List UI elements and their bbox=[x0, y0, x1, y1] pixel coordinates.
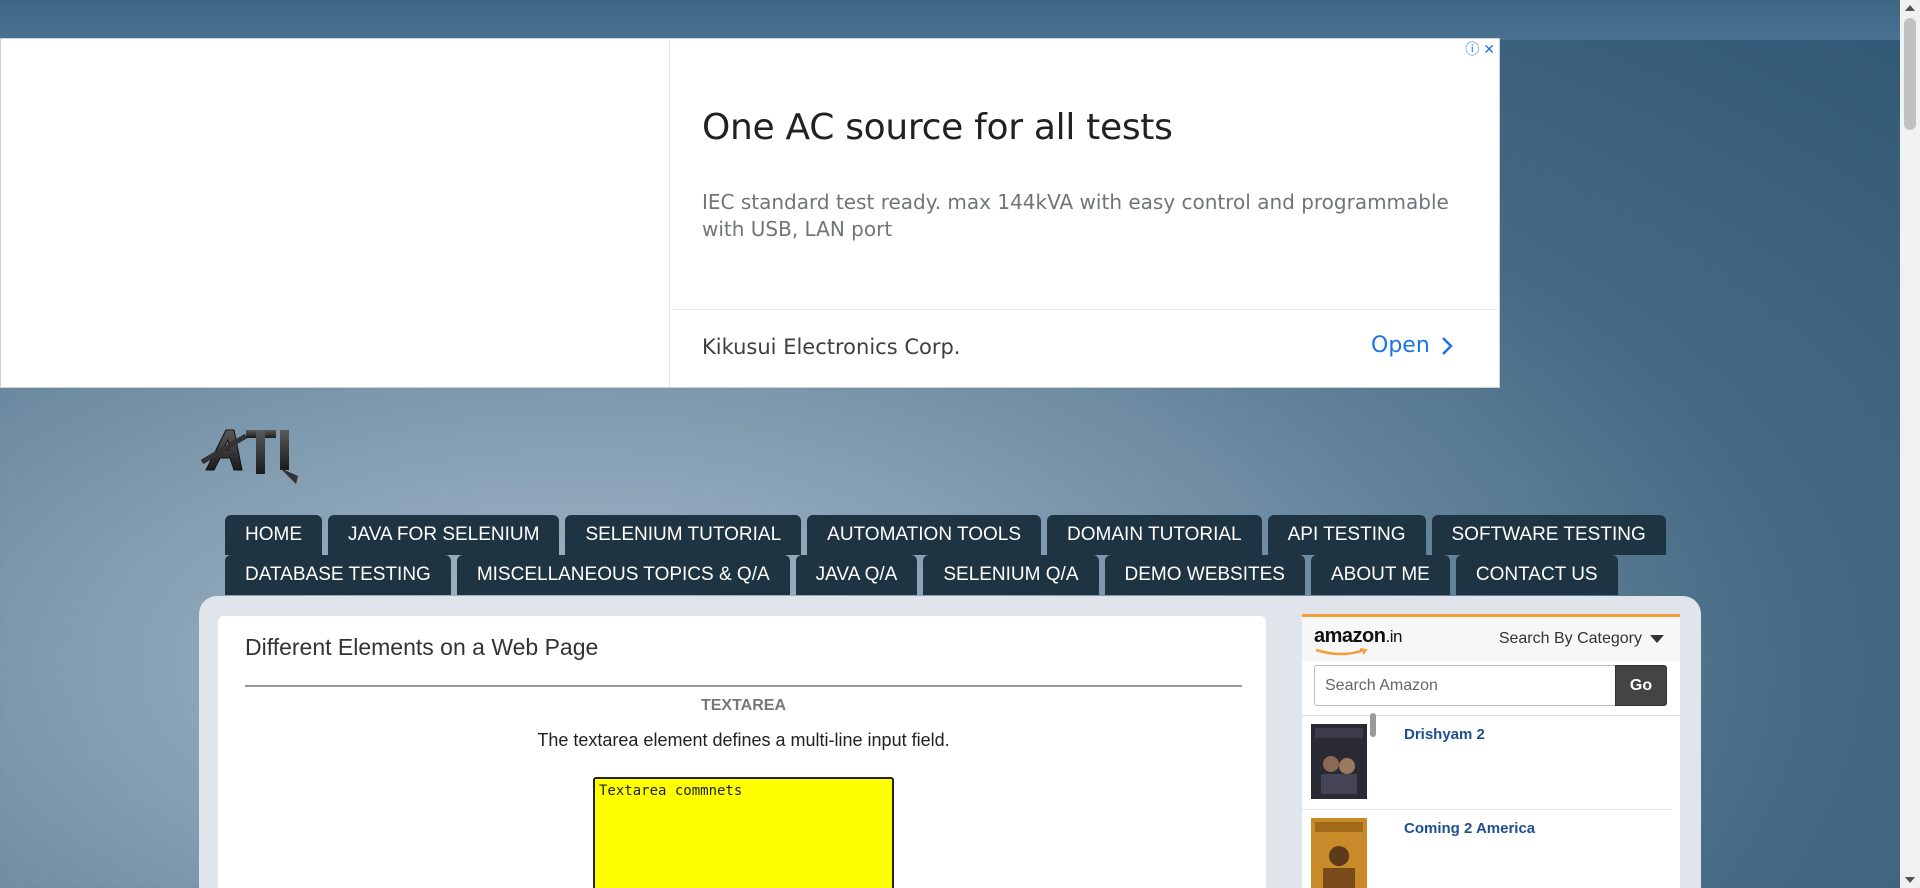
nav-contact-us[interactable]: CONTACT US bbox=[1455, 555, 1618, 595]
ad-body-text[interactable]: IEC standard test ready. max 144kVA with… bbox=[702, 189, 1462, 243]
scroll-up-arrow-icon[interactable] bbox=[1905, 5, 1915, 11]
nav-database-testing[interactable]: DATABASE TESTING bbox=[225, 555, 451, 595]
amazon-product-item[interactable]: Drishyam 2 bbox=[1302, 716, 1672, 810]
caret-down-icon bbox=[1650, 635, 1664, 643]
ad-divider bbox=[671, 309, 1500, 310]
nav-home[interactable]: HOME bbox=[225, 515, 322, 555]
ad-controls: ⓘ ✕ bbox=[1465, 41, 1495, 57]
nav-java-for-selenium[interactable]: JAVA FOR SELENIUM bbox=[328, 515, 560, 555]
main-nav-row-2: DATABASE TESTING MISCELLANEOUS TOPICS & … bbox=[225, 555, 1618, 595]
amazon-list-scrollbar[interactable] bbox=[1370, 713, 1376, 737]
nav-java-qa[interactable]: JAVA Q/A bbox=[795, 555, 918, 595]
amazon-logo-text: amazon bbox=[1314, 625, 1386, 647]
ad-open-button[interactable]: Open bbox=[1371, 333, 1454, 358]
amazon-smile-icon bbox=[1315, 648, 1368, 656]
main-nav-row-1: HOME JAVA FOR SELENIUM SELENIUM TUTORIAL… bbox=[225, 515, 1666, 555]
amazon-category-dropdown[interactable]: Search By Category bbox=[1499, 630, 1664, 648]
ad-info-icon[interactable]: ⓘ bbox=[1465, 41, 1479, 57]
page-scrollbar[interactable] bbox=[1900, 0, 1920, 888]
amazon-go-button[interactable]: Go bbox=[1615, 665, 1667, 706]
nav-selenium-tutorial[interactable]: SELENIUM TUTORIAL bbox=[565, 515, 802, 555]
product-title[interactable]: Drishyam 2 bbox=[1404, 726, 1485, 743]
amazon-widget: amazon.in Search By Category Go Drishyam… bbox=[1302, 614, 1680, 888]
amazon-search-input[interactable] bbox=[1314, 665, 1615, 706]
amazon-logo[interactable]: amazon.in bbox=[1314, 625, 1402, 648]
ad-advertiser[interactable]: Kikusui Electronics Corp. bbox=[702, 335, 960, 359]
amazon-logo-suffix: .in bbox=[1385, 627, 1402, 646]
nav-domain-tutorial[interactable]: DOMAIN TUTORIAL bbox=[1047, 515, 1262, 555]
nav-software-testing[interactable]: SOFTWARE TESTING bbox=[1431, 515, 1666, 555]
amazon-product-item[interactable]: Coming 2 America bbox=[1302, 810, 1672, 888]
amazon-header: amazon.in Search By Category bbox=[1302, 617, 1680, 661]
product-poster-image[interactable] bbox=[1311, 724, 1367, 799]
ad-banner[interactable]: One AC source for all tests IEC standard… bbox=[0, 38, 1500, 388]
ad-image-area[interactable] bbox=[1, 39, 670, 387]
nav-automation-tools[interactable]: AUTOMATION TOOLS bbox=[807, 515, 1042, 555]
scrollbar-thumb[interactable] bbox=[1904, 18, 1916, 130]
ad-close-icon[interactable]: ✕ bbox=[1483, 41, 1495, 57]
page-background-top bbox=[0, 0, 1900, 40]
nav-demo-websites[interactable]: DEMO WEBSITES bbox=[1104, 555, 1305, 595]
comments-textarea[interactable] bbox=[593, 777, 894, 888]
nav-selenium-qa[interactable]: SELENIUM Q/A bbox=[923, 555, 1099, 595]
nav-api-testing[interactable]: API TESTING bbox=[1267, 515, 1426, 555]
product-title[interactable]: Coming 2 America bbox=[1404, 820, 1535, 837]
section-description: The textarea element defines a multi-lin… bbox=[537, 730, 950, 750]
chevron-right-icon bbox=[1441, 336, 1453, 355]
nav-miscellaneous[interactable]: MISCELLANEOUS TOPICS & Q/A bbox=[456, 555, 790, 595]
product-poster-image[interactable] bbox=[1311, 818, 1367, 888]
amazon-category-label: Search By Category bbox=[1498, 630, 1642, 647]
post-title: Different Elements on a Web Page bbox=[245, 634, 599, 660]
scroll-down-arrow-icon[interactable] bbox=[1905, 877, 1915, 883]
ad-open-label: Open bbox=[1371, 333, 1430, 358]
post-divider bbox=[245, 685, 1242, 687]
site-logo[interactable] bbox=[200, 410, 320, 490]
ad-headline[interactable]: One AC source for all tests bbox=[702, 107, 1173, 148]
section-title: TEXTAREA bbox=[700, 697, 787, 714]
nav-about-me[interactable]: ABOUT ME bbox=[1310, 555, 1450, 595]
